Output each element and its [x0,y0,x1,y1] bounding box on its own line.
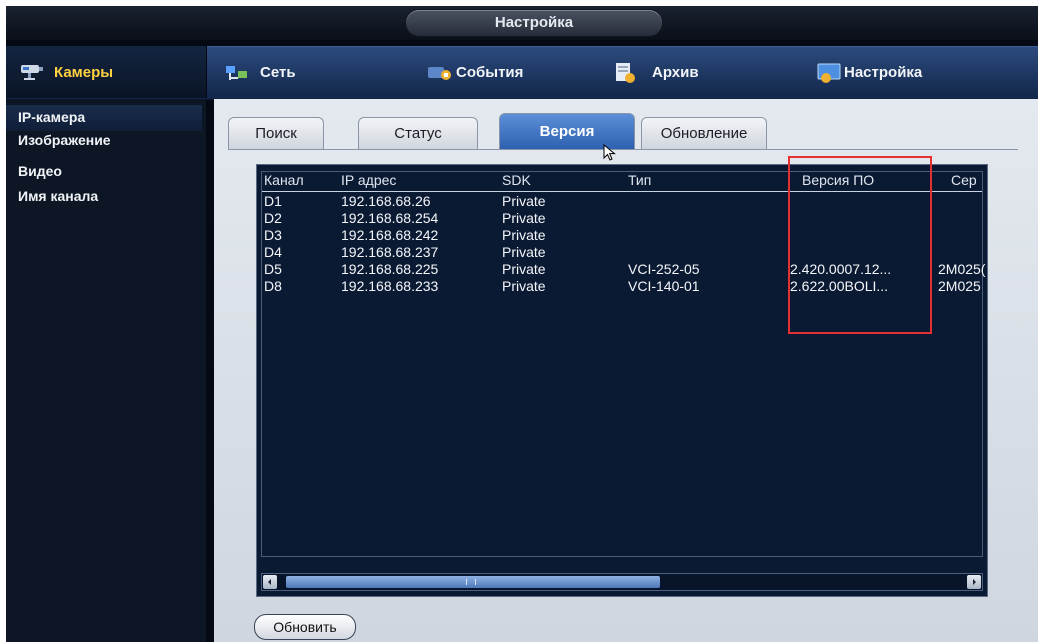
nvr-screen: Настройка Камеры Сеть События Архив Наст… [6,6,1038,642]
cell-serial: 2M025 [938,278,981,294]
scroll-left-button[interactable] [263,575,277,589]
cell-sdk: Private [502,193,546,209]
title-bar: Настройка [6,6,1038,40]
refresh-button[interactable]: Обновить [254,614,356,640]
menu-network[interactable]: Сеть [224,46,296,98]
cell-type: VCI-140-01 [628,278,700,294]
menu-cameras-label: Камеры [54,63,114,81]
cell-ip: 192.168.68.237 [341,244,439,260]
column-header-ip[interactable]: IP адрес [341,172,396,190]
cell-sdk: Private [502,244,546,260]
scroll-thumb[interactable] [286,576,660,588]
cell-sdk: Private [502,261,546,277]
tab-divider [228,149,1018,150]
menu-events[interactable]: События [426,46,523,98]
cell-ip: 192.168.68.242 [341,227,439,243]
sidebar: IP-камера Изображение Видео Имя канала [6,99,206,642]
column-header-channel[interactable]: Канал [264,172,304,190]
cell-sdk: Private [502,278,546,294]
archive-icon [612,62,640,83]
window-title: Настройка [406,10,662,36]
scroll-right-button[interactable] [967,575,981,589]
sidebar-item-image[interactable]: Изображение [18,132,111,148]
cell-ip: 192.168.68.254 [341,210,439,226]
sidebar-item-channel-name[interactable]: Имя канала [18,188,98,204]
cell-channel: D8 [264,278,282,294]
grip-icon [466,579,476,585]
events-icon [426,62,454,82]
menu-settings[interactable]: Настройка [816,46,922,98]
cell-sdk: Private [502,227,546,243]
settings-monitor-icon [816,62,844,83]
column-header-type[interactable]: Тип [628,172,651,190]
cell-ip: 192.168.68.26 [341,193,431,209]
tab-update[interactable]: Обновление [641,117,767,150]
cell-channel: D3 [264,227,282,243]
cell-channel: D4 [264,244,282,260]
menu-network-label: Сеть [260,63,296,81]
arrow-right-icon [973,579,976,585]
menu-archive[interactable]: Архив [612,46,699,98]
menu-cameras-area: Камеры [6,46,207,98]
network-icon [224,62,252,82]
sidebar-item-video[interactable]: Видео [18,163,62,179]
menu-cameras[interactable]: Камеры [18,46,113,98]
cell-ip: 192.168.68.225 [341,261,439,277]
menu-archive-label: Архив [652,63,699,81]
sidebar-item-ip-camera[interactable]: IP-камера [18,109,85,125]
cctv-camera-icon [18,62,46,82]
cell-channel: D2 [264,210,282,226]
menu-events-label: События [456,63,524,81]
mouse-cursor-icon [603,143,617,167]
tab-search[interactable]: Поиск [228,117,324,150]
menu-settings-label: Настройка [844,63,923,81]
cell-channel: D5 [264,261,282,277]
cell-serial: 2M025( [938,261,986,277]
firmware-column-highlight [788,156,932,334]
tab-status[interactable]: Статус [358,117,478,150]
arrow-left-icon [268,579,271,585]
column-header-sdk[interactable]: SDK [502,172,531,190]
cell-type: VCI-252-05 [628,261,700,277]
cell-channel: D1 [264,193,282,209]
horizontal-scrollbar[interactable] [261,573,983,591]
cell-sdk: Private [502,210,546,226]
cell-ip: 192.168.68.233 [341,278,439,294]
column-header-serial[interactable]: Сер [951,172,977,190]
